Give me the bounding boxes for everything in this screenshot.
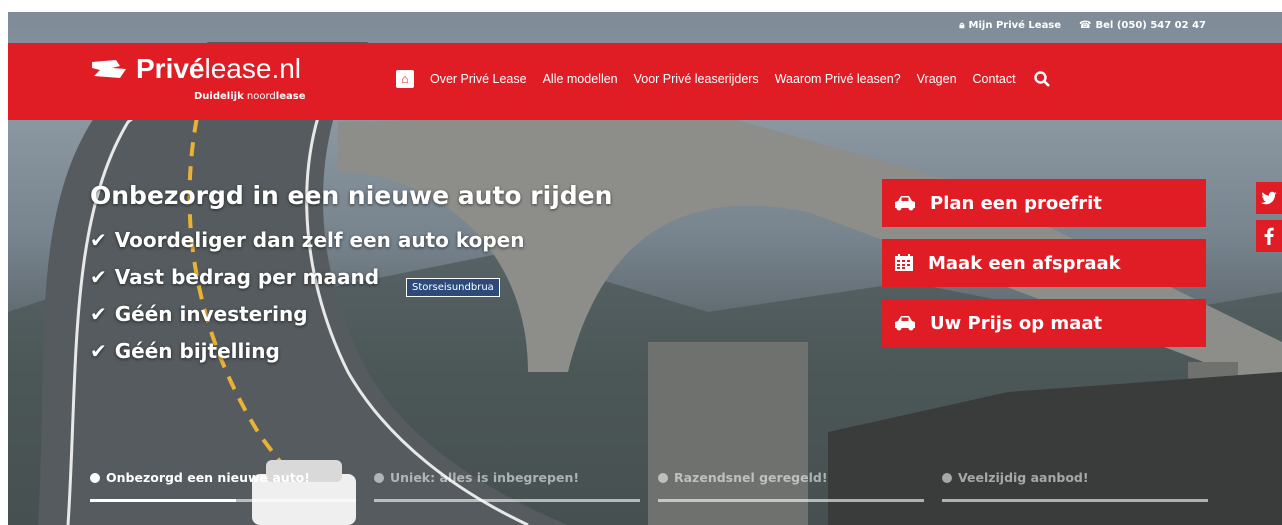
slider-progress-bar [942,499,1208,502]
twitter-button[interactable] [1256,182,1282,214]
checkmark-icon: ✔ [90,265,107,289]
checkmark-icon: ✔ [90,339,107,363]
slider-tab-label: Uniek: alles is inbegrepen! [390,470,580,485]
road-sign: Storseisundbrua [406,278,500,297]
nav-item-voor-prive-leaserijders[interactable]: Voor Privé leaserijders [634,72,759,86]
account-link-label: Mijn Privé Lease [968,20,1062,31]
main-navigation: Privé lease.nl Duidelijk noordlease ⌂ Ove… [8,43,1282,120]
hero-title: Onbezorgd in een nieuwe auto rijden [90,181,613,210]
logo-mark-icon [92,60,126,78]
benefit-item: ✔ Géén bijtelling [90,333,612,370]
checkmark-icon: ✔ [90,228,107,252]
benefit-text: Géén bijtelling [114,339,280,363]
slider-tab-1[interactable]: Onbezorgd een nieuwe auto! [90,470,356,502]
benefit-item: ✔ Voordeliger dan zelf een auto kopen [90,222,612,259]
nav-item-over-prive-lease[interactable]: Over Privé Lease [430,72,527,86]
phone-link-label: Bel (050) 547 02 47 [1095,20,1206,31]
maak-afspraak-button[interactable]: Maak een afspraak [882,239,1206,287]
plan-proefrit-button[interactable]: Plan een proefrit [882,179,1206,227]
hero-content: Onbezorgd in een nieuwe auto rijden ✔ Voo… [90,180,612,370]
bullet-icon [374,472,384,483]
bullet-icon [658,472,668,483]
maak-afspraak-label: Maak een afspraak [928,252,1121,274]
logo-brand-bold: Privé [136,53,205,84]
facebook-button[interactable] [1256,220,1282,252]
tagline-end: lease [275,91,306,102]
twitter-icon [1261,191,1277,205]
slider-tab-3[interactable]: Razendsnel geregeld! [658,470,924,502]
lock-icon: 🔒︎ [959,20,965,31]
home-icon: ⌂ [401,72,409,86]
car-icon [895,196,915,211]
logo-brand-light: lease.nl [204,53,302,84]
plan-proefrit-label: Plan een proefrit [930,192,1102,214]
phone-link[interactable]: ☎ Bel (050) 547 02 47 [1079,20,1206,31]
calendar-icon [895,254,913,271]
benefit-text: Voordeliger dan zelf een auto kopen [114,228,525,252]
benefit-item: ✔ Vast bedrag per maand [90,259,612,296]
hero-banner: 🔒︎ Mijn Privé Lease ☎ Bel (050) 547 02 4… [8,12,1282,525]
benefit-item: ✔ Géén investering [90,296,612,333]
nav-item-alle-modellen[interactable]: Alle modellen [543,72,618,86]
tagline-bold: Duidelijk [194,91,244,102]
slider-progress-bar [658,499,924,502]
facebook-icon [1264,227,1274,245]
prijs-op-maat-button[interactable]: Uw Prijs op maat [882,299,1206,347]
benefit-text: Vast bedrag per maand [114,265,380,289]
benefit-list: ✔ Voordeliger dan zelf een auto kopen ✔ Va… [90,222,612,370]
slider-progress-bar [374,499,640,502]
home-button[interactable]: ⌂ [396,70,414,88]
site-logo[interactable]: Privé lease.nl Duidelijk noordlease [90,53,305,102]
prijs-op-maat-label: Uw Prijs op maat [930,312,1103,334]
car-icon [895,316,915,331]
tagline-light: noord [246,91,276,102]
benefit-text: Géén investering [114,302,308,326]
slider-tab-4[interactable]: Veelzijdig aanbod! [942,470,1208,502]
account-link[interactable]: 🔒︎ Mijn Privé Lease [959,20,1061,31]
slider-tab-label: Veelzijdig aanbod! [958,470,1089,485]
slider-tab-label: Onbezorgd een nieuwe auto! [106,470,310,485]
slider-tab-2[interactable]: Uniek: alles is inbegrepen! [374,470,640,502]
slider-progress-fill [90,499,237,502]
slider-progress-bar [90,499,356,502]
top-utility-bar: 🔒︎ Mijn Privé Lease ☎ Bel (050) 547 02 4… [959,20,1206,31]
slider-tab-label: Razendsnel geregeld! [674,470,828,485]
bullet-icon [90,472,100,483]
nav-item-waarom-prive-leasen[interactable]: Waarom Privé leasen? [775,72,901,86]
bullet-icon [942,472,952,483]
nav-item-contact[interactable]: Contact [973,72,1016,86]
nav-menu: ⌂ Over Privé Lease Alle modellen Voor Pr… [396,70,1050,88]
phone-icon: ☎ [1079,20,1092,31]
slider-tabs: Onbezorgd een nieuwe auto! Uniek: alles … [90,470,1208,502]
logo-tagline: Duidelijk noordlease [194,91,305,102]
nav-item-vragen[interactable]: Vragen [917,72,957,86]
search-icon[interactable] [1033,71,1050,87]
checkmark-icon: ✔ [90,302,107,326]
